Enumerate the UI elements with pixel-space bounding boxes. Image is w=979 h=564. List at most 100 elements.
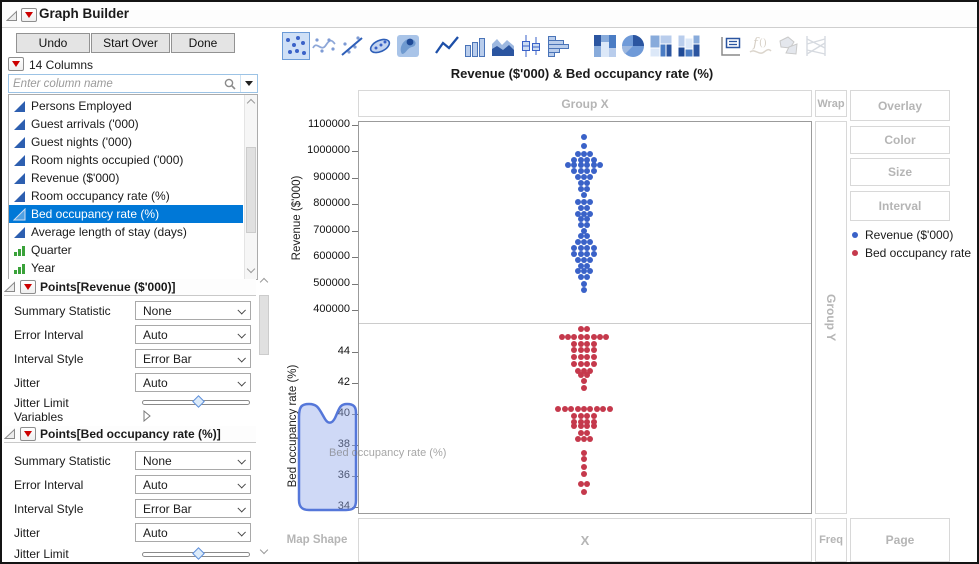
- axis-tick-label: 44: [337, 345, 350, 357]
- slider-thumb[interactable]: [192, 395, 205, 408]
- heatmap-element-button[interactable]: [591, 32, 619, 60]
- axis-tick-label: 800000: [313, 197, 350, 210]
- column-item[interactable]: Persons Employed: [9, 97, 243, 115]
- collapse-triangle-icon[interactable]: [6, 10, 18, 22]
- panel-red-triangle-button[interactable]: [20, 427, 36, 441]
- done-button[interactable]: Done: [171, 33, 235, 53]
- scrollbar-thumb[interactable]: [246, 147, 256, 233]
- smoother-element-button[interactable]: [310, 32, 338, 60]
- columns-red-triangle-button[interactable]: [8, 57, 24, 71]
- panel-title: Points[Revenue ($'000)]: [40, 280, 176, 294]
- points-bed-rate-panel-header: Points[Bed occupancy rate (%)]: [4, 426, 256, 443]
- overlay-drop-zone[interactable]: Overlay: [850, 90, 950, 121]
- column-label: Room occupancy rate (%): [31, 189, 170, 203]
- red-triangle-menu-button[interactable]: [21, 8, 37, 22]
- group-x-drop-zone[interactable]: Group X: [358, 90, 812, 117]
- column-item[interactable]: Bed occupancy rate (%): [9, 205, 243, 223]
- summary-statistic-select[interactable]: None: [135, 301, 251, 320]
- histogram-element-button[interactable]: [545, 32, 573, 60]
- axis-tick-label: 600000: [313, 250, 350, 263]
- column-item[interactable]: Room nights occupied ('000): [9, 151, 243, 169]
- map-shapes-element-button: [774, 32, 802, 60]
- line-of-fit-element-button[interactable]: [338, 32, 366, 60]
- contour-icon: [397, 35, 419, 57]
- continuous-column-icon: [14, 190, 25, 202]
- mosaic-icon: [677, 34, 701, 58]
- chevron-down-icon: [237, 504, 246, 513]
- wrap-drop-zone[interactable]: Wrap: [815, 90, 847, 117]
- column-item[interactable]: Quarter: [9, 241, 243, 259]
- drag-drop-highlight: [297, 402, 358, 512]
- error-interval-select[interactable]: Auto: [135, 325, 251, 344]
- jitter-select[interactable]: Auto: [135, 373, 251, 392]
- slider-thumb[interactable]: [192, 547, 205, 560]
- group-y-drop-zone[interactable]: Group Y: [815, 121, 847, 514]
- parallel-plot-element-button: [802, 32, 830, 60]
- formula-element-button: f(): [746, 32, 774, 60]
- smoother-icon: [312, 38, 336, 53]
- search-filter-dropdown-button[interactable]: [241, 81, 257, 86]
- column-list-scrollbar[interactable]: [244, 95, 257, 279]
- scroll-up-icon[interactable]: [259, 277, 269, 287]
- interval-drop-zone[interactable]: Interval: [850, 191, 950, 221]
- scroll-down-icon[interactable]: [246, 264, 256, 274]
- interval-style-select[interactable]: Error Bar: [135, 349, 251, 368]
- red-triangle-icon: [12, 61, 20, 67]
- control-label: Summary Statistic: [14, 454, 111, 468]
- chevron-down-icon: [237, 306, 246, 315]
- line-of-fit-icon: [341, 36, 363, 56]
- start-over-button[interactable]: Start Over: [91, 33, 170, 53]
- column-item[interactable]: Room occupancy rate (%): [9, 187, 243, 205]
- page-drop-zone[interactable]: Page: [850, 518, 950, 562]
- chevron-down-icon: [237, 480, 246, 489]
- color-drop-zone[interactable]: Color: [850, 126, 950, 154]
- pie-icon: [621, 35, 644, 57]
- scroll-up-icon[interactable]: [246, 98, 256, 108]
- ellipse-element-button[interactable]: [366, 32, 394, 60]
- bar-icon: [465, 38, 485, 57]
- pie-element-button[interactable]: [619, 32, 647, 60]
- box-plot-icon: [522, 35, 540, 57]
- column-label: Bed occupancy rate (%): [31, 207, 160, 221]
- size-drop-zone[interactable]: Size: [850, 158, 950, 186]
- summary-statistic-select[interactable]: None: [135, 451, 251, 470]
- scrollbar-thumb[interactable]: [259, 295, 269, 355]
- panel-scrollbar[interactable]: [258, 273, 271, 561]
- freq-drop-zone[interactable]: Freq: [815, 518, 847, 562]
- jitter-select[interactable]: Auto: [135, 523, 251, 542]
- column-label: Persons Employed: [31, 99, 132, 113]
- collapse-triangle-icon[interactable]: [4, 428, 16, 440]
- heatmap-icon: [594, 35, 616, 57]
- undo-button[interactable]: Undo: [16, 33, 90, 53]
- points-element-button[interactable]: [282, 32, 310, 60]
- box-plot-element-button[interactable]: [517, 32, 545, 60]
- column-item[interactable]: Revenue ($'000): [9, 169, 243, 187]
- scroll-down-icon[interactable]: [259, 545, 269, 555]
- column-item[interactable]: Year: [9, 259, 243, 277]
- bar-element-button[interactable]: [461, 32, 489, 60]
- area-element-button[interactable]: [489, 32, 517, 60]
- error-interval-select[interactable]: Auto: [135, 475, 251, 494]
- x-drop-zone[interactable]: X: [358, 518, 812, 562]
- axis-section-divider: [359, 323, 811, 324]
- column-item[interactable]: Guest arrivals ('000): [9, 115, 243, 133]
- interval-style-select[interactable]: Error Bar: [135, 499, 251, 518]
- axis-tick-label: 500000: [313, 276, 350, 289]
- collapse-triangle-icon[interactable]: [4, 281, 16, 293]
- axis-tick-mark: [352, 283, 358, 285]
- mosaic-element-button[interactable]: [675, 32, 703, 60]
- column-search-box: [8, 74, 258, 93]
- contour-element-button[interactable]: [394, 32, 422, 60]
- chevron-down-icon: [237, 528, 246, 537]
- column-search-input[interactable]: [9, 76, 223, 91]
- treemap-element-button[interactable]: [647, 32, 675, 60]
- legend-item: Bed occupancy rate: [852, 246, 971, 260]
- map-shape-drop-zone[interactable]: Map Shape: [280, 518, 354, 562]
- expand-right-icon[interactable]: [142, 410, 152, 422]
- caption-box-element-button[interactable]: [717, 32, 745, 60]
- column-item[interactable]: Guest nights ('000): [9, 133, 243, 151]
- column-item[interactable]: Average length of stay (days): [9, 223, 243, 241]
- panel-red-triangle-button[interactable]: [20, 280, 36, 294]
- map-shapes-icon: [779, 36, 798, 55]
- line-element-button[interactable]: [433, 32, 461, 60]
